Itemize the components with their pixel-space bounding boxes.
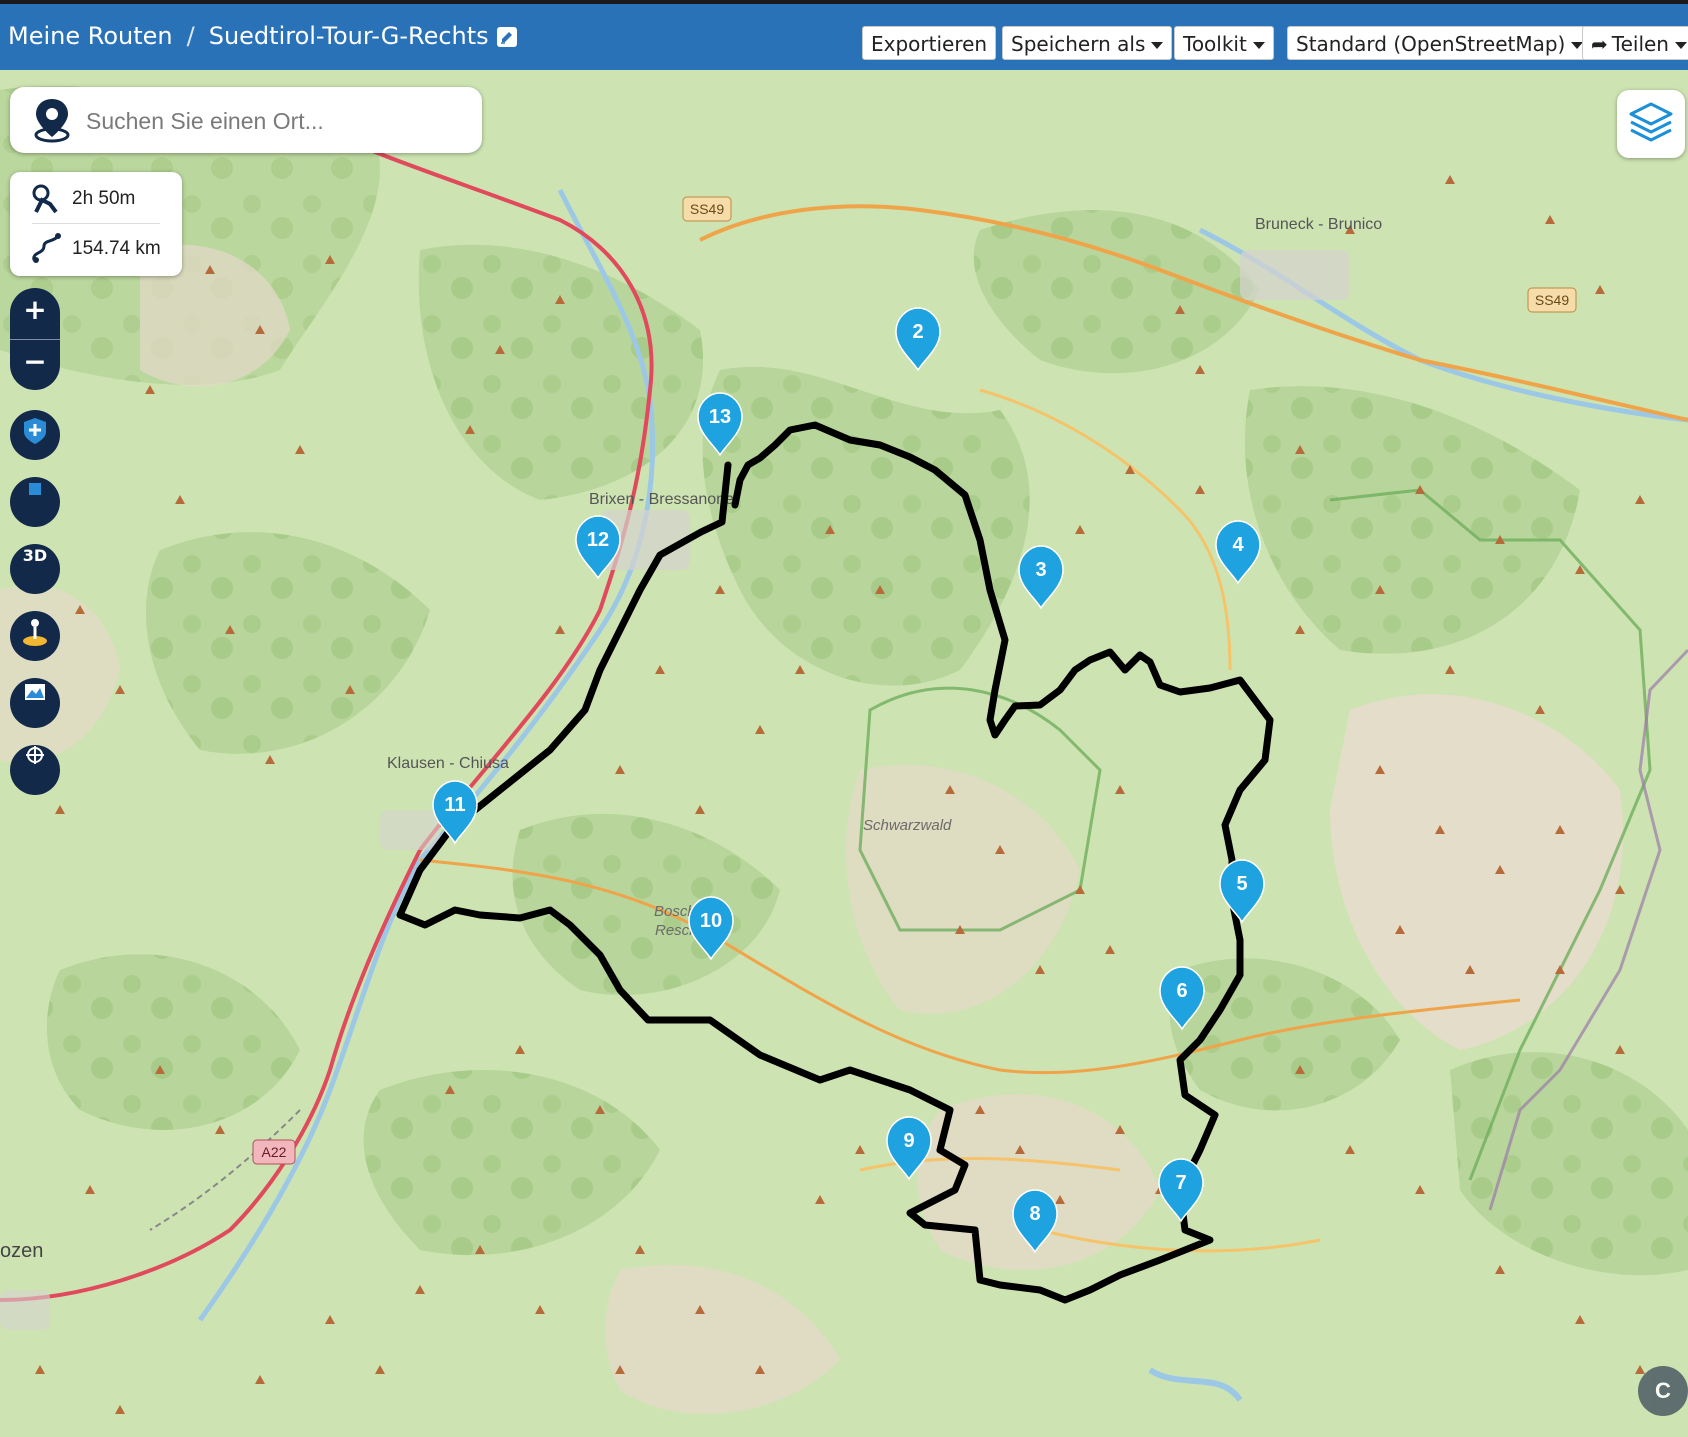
header-bar: Meine Routen / Suedtirol-Tour-G-Rechts Exp… xyxy=(0,0,1688,70)
waypoint-label: 2 xyxy=(912,321,923,343)
save-as-button[interactable]: Speichern als xyxy=(1002,26,1173,60)
elevation-profile-button[interactable] xyxy=(10,678,60,728)
rider-icon xyxy=(32,184,58,214)
draw-icon xyxy=(29,483,41,495)
map-label-brixen: Brixen - Bressanone xyxy=(589,491,734,508)
mountain-chart-icon xyxy=(25,684,45,700)
waypoint-label: 7 xyxy=(1175,1172,1186,1194)
shield-plus-icon xyxy=(24,418,46,444)
road-shield-a22: A22 xyxy=(262,1144,287,1160)
waypoint-label: 8 xyxy=(1029,1203,1040,1225)
distance-row: 154.74 km xyxy=(10,226,182,270)
locate-me-button[interactable] xyxy=(10,745,60,795)
zoom-control: + − xyxy=(10,288,60,390)
search-box xyxy=(10,87,482,153)
export-button[interactable]: Exportieren xyxy=(862,26,997,60)
street-view-button[interactable] xyxy=(10,611,60,661)
zoom-out-button[interactable]: − xyxy=(10,340,60,390)
stats-divider xyxy=(32,223,160,224)
toolkit-button[interactable]: Toolkit xyxy=(1174,26,1274,60)
map-label-klausen: Klausen - Chiusa xyxy=(387,755,509,772)
map-label-bozen: ozen xyxy=(0,1240,43,1262)
save-as-label: Speichern als xyxy=(1011,32,1146,56)
map-canvas[interactable]: Brixen - Bressanone Klausen - Chiusa Bru… xyxy=(0,70,1688,1437)
draw-route-button[interactable] xyxy=(10,477,60,527)
route-title: Suedtirol-Tour-G-Rechts xyxy=(208,22,489,50)
waypoint-label: 5 xyxy=(1236,873,1247,895)
pegman-icon xyxy=(23,619,47,646)
route-distance-icon xyxy=(32,233,61,263)
export-button-label: Exportieren xyxy=(871,32,988,56)
road-shield-ss49-a: SS49 xyxy=(690,201,724,217)
chevron-down-icon xyxy=(1252,42,1265,49)
road-shield-ss49-b: SS49 xyxy=(1535,292,1569,308)
duration-value: 2h 50m xyxy=(72,188,136,209)
map-label-bruneck: Bruneck - Brunico xyxy=(1255,216,1382,233)
attribution-button[interactable]: C xyxy=(1638,1366,1688,1416)
share-button[interactable]: ➦ Teilen xyxy=(1582,26,1688,60)
map-label-schwarzwald: Schwarzwald xyxy=(863,817,952,834)
waypoint-label: 3 xyxy=(1035,559,1046,581)
edit-icon[interactable] xyxy=(496,27,517,47)
waypoint-label: 9 xyxy=(903,1130,914,1152)
layers-button[interactable] xyxy=(1617,90,1685,158)
view-3d-label: 3D xyxy=(22,546,48,565)
waypoint-label: 4 xyxy=(1232,534,1244,556)
breadcrumb-my-routes[interactable]: Meine Routen xyxy=(8,22,173,50)
distance-value: 154.74 km xyxy=(72,238,161,259)
waypoint-label: 6 xyxy=(1176,980,1187,1002)
add-waypoint-button[interactable] xyxy=(10,410,60,460)
chevron-down-icon xyxy=(1674,42,1687,49)
toolkit-label: Toolkit xyxy=(1183,32,1247,56)
location-pin-icon xyxy=(34,99,70,143)
route-stats-panel: 2h 50m 154.74 km xyxy=(10,172,182,276)
breadcrumb-separator: / xyxy=(186,22,195,50)
layers-icon xyxy=(1629,102,1673,142)
waypoint-label: 11 xyxy=(444,794,465,816)
breadcrumb: Meine Routen / Suedtirol-Tour-G-Rechts xyxy=(8,22,517,50)
waypoint-label: 10 xyxy=(700,910,722,932)
share-icon: ➦ xyxy=(1591,32,1608,56)
attribution-label: C xyxy=(1655,1378,1671,1403)
zoom-out-label: − xyxy=(23,345,47,378)
waypoint-label: 13 xyxy=(709,406,731,428)
zoom-in-label: + xyxy=(23,293,47,326)
duration-row: 2h 50m xyxy=(10,176,182,220)
crosshair-icon xyxy=(26,746,44,764)
search-input[interactable] xyxy=(84,101,468,141)
map-style-select[interactable]: Standard (OpenStreetMap) xyxy=(1287,26,1593,60)
share-label: Teilen xyxy=(1611,32,1669,56)
chevron-down-icon xyxy=(1151,42,1164,49)
map-style-label: Standard (OpenStreetMap) xyxy=(1296,32,1566,56)
waypoint-label: 12 xyxy=(587,529,609,551)
view-3d-button[interactable]: 3D xyxy=(10,544,60,594)
zoom-in-button[interactable]: + xyxy=(10,288,60,338)
